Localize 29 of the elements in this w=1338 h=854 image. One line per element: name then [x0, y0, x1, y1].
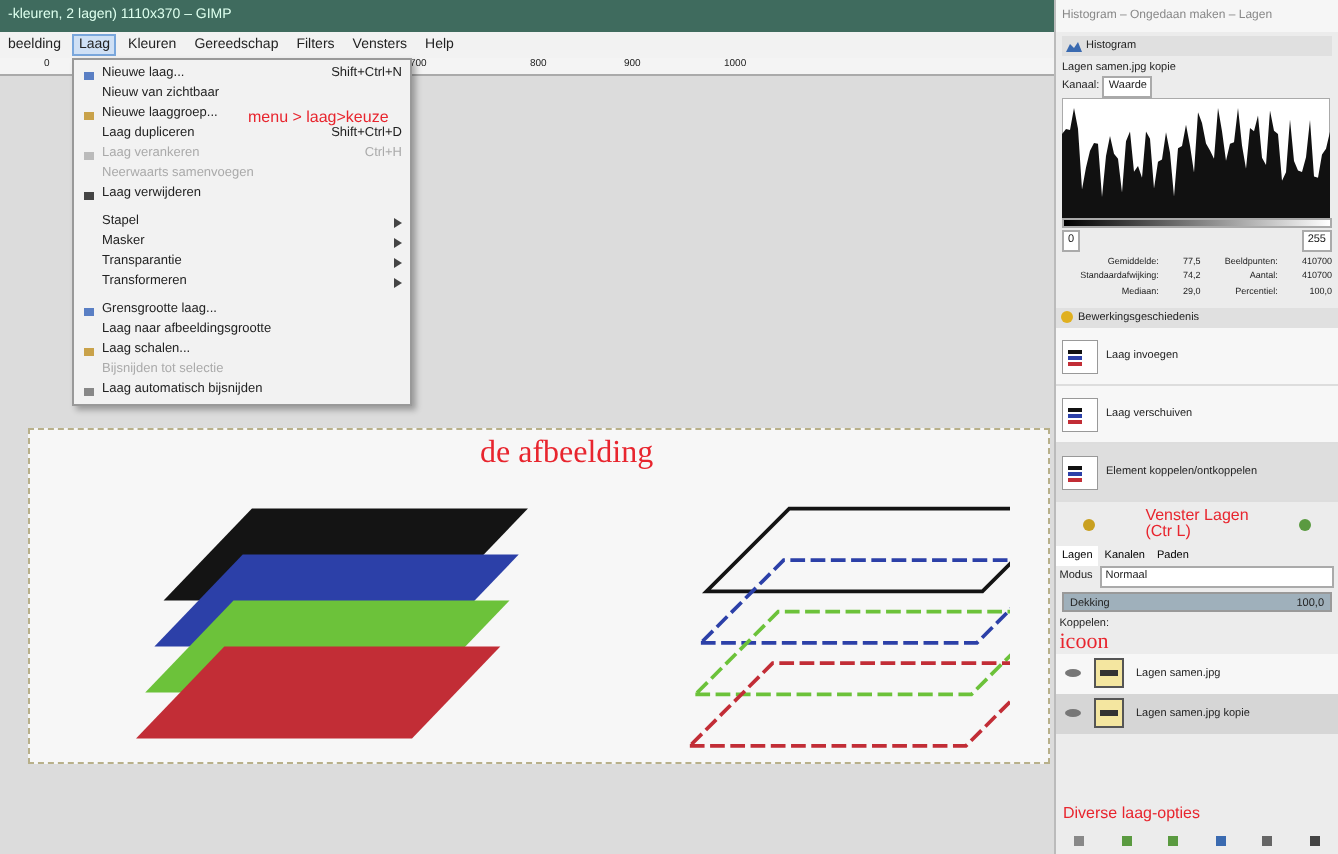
annotation-text: de afbeelding — [480, 438, 654, 472]
toolbar-icon — [1298, 517, 1313, 531]
layer-icon — [82, 68, 96, 83]
toolbar-icon — [1119, 833, 1134, 847]
layer-icon — [82, 304, 96, 319]
annotation-text: menu > laag>keuze — [248, 110, 389, 126]
layer-thumbnail — [1062, 455, 1098, 489]
toolbar-icon — [1307, 833, 1322, 847]
toolbar-icon — [1260, 833, 1275, 847]
layer-thumbnail — [1062, 397, 1098, 431]
layer-icon — [82, 188, 96, 203]
layer-thumbnail — [1062, 339, 1098, 373]
layer-thumbnail — [1094, 658, 1124, 689]
toolbar-icon — [1081, 517, 1096, 531]
annotation-text: Diverse laag-opties — [1061, 802, 1202, 826]
histogram-icon — [1066, 40, 1082, 53]
eye-icon — [1064, 668, 1082, 679]
toolbar-icon — [1166, 833, 1181, 847]
annotation-text: icoon — [1057, 631, 1111, 654]
layer-icon — [82, 108, 96, 123]
undo-history-icon — [1060, 310, 1074, 325]
annotation-text: Venster Lagen (Ctr L) — [1145, 507, 1249, 541]
eye-icon — [1064, 708, 1082, 719]
layer-icon — [82, 148, 96, 163]
layer-icon — [82, 384, 96, 399]
layer-thumbnail — [1094, 698, 1124, 729]
toolbar-icon — [1213, 833, 1228, 847]
layer-icon — [82, 344, 96, 359]
toolbar-icon — [1072, 833, 1087, 847]
